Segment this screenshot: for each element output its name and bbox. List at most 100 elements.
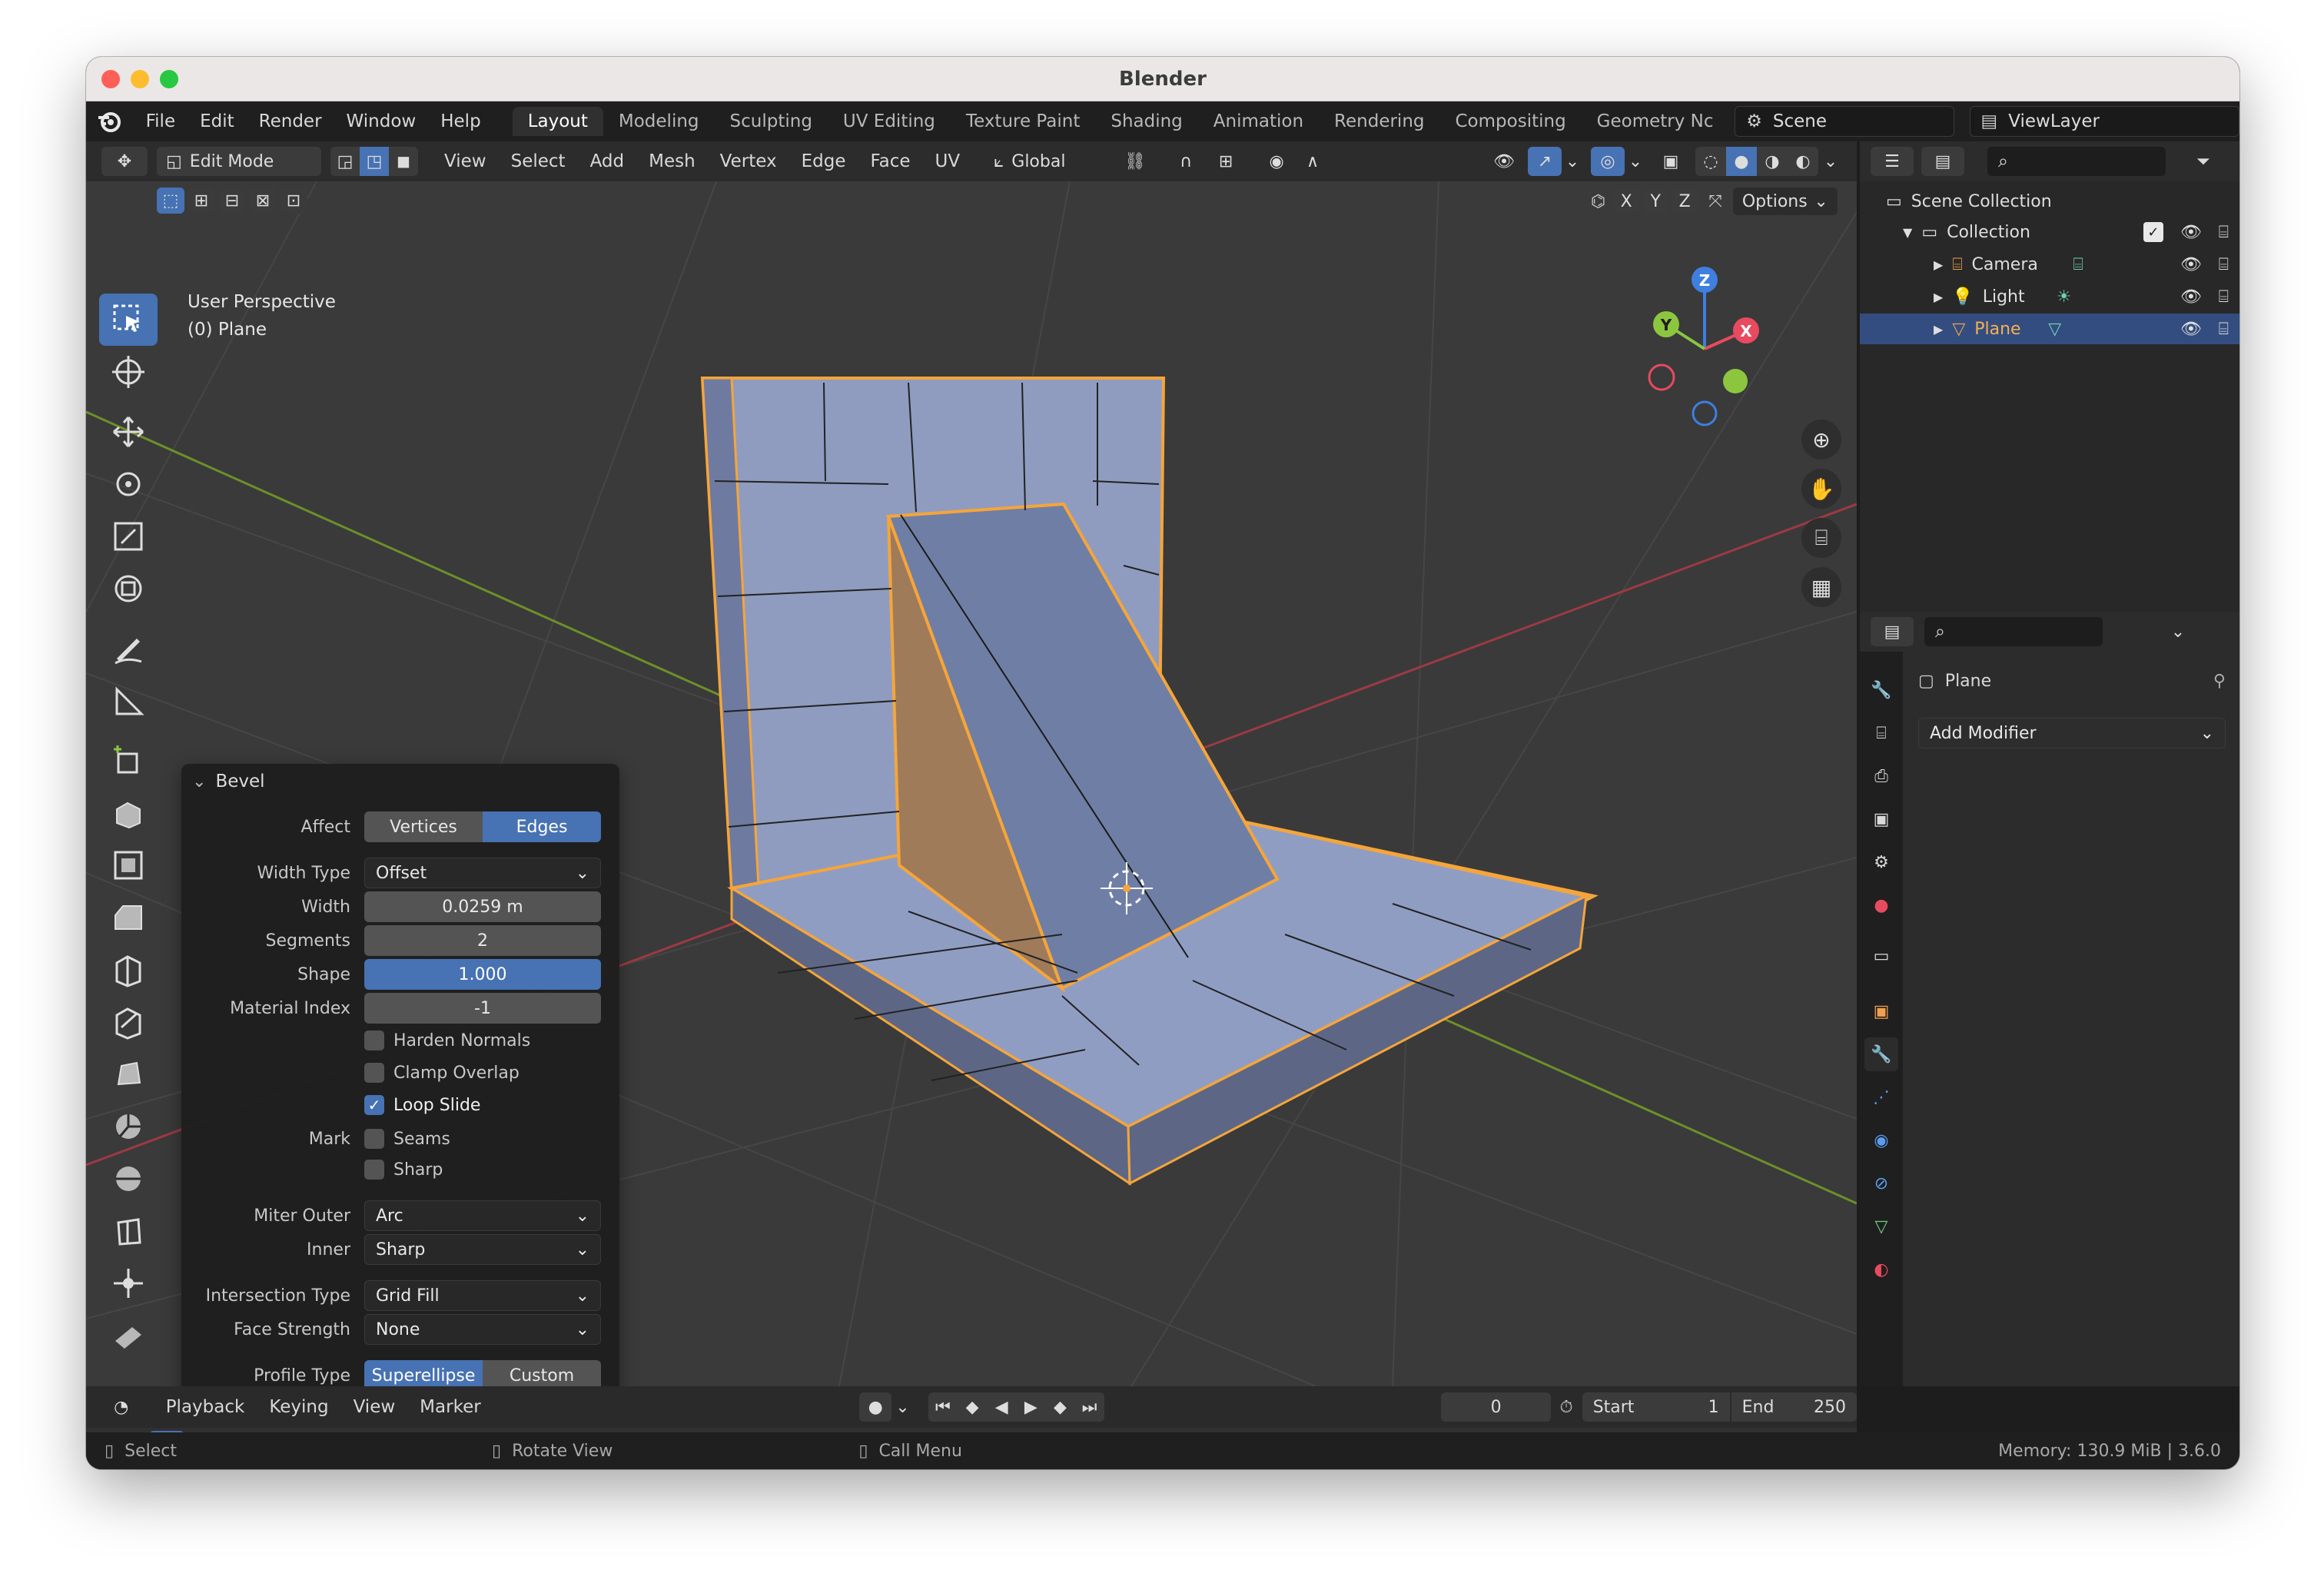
end-frame-field[interactable]: End 250: [1731, 1392, 1857, 1422]
menu-file[interactable]: File: [134, 111, 188, 131]
scene-properties-tab[interactable]: ⚙: [1864, 845, 1898, 879]
plane-eye-icon[interactable]: 👁: [2180, 320, 2202, 339]
profile-superellipse-button[interactable]: Superellipse: [364, 1360, 483, 1386]
play-reverse-button[interactable]: ◀: [987, 1392, 1017, 1422]
outliner-row-camera[interactable]: ▶ ⌸ Camera ⌸ 👁 ⌸: [1860, 249, 2239, 280]
edge-select-button[interactable]: ◳: [360, 147, 389, 176]
xray-toggle-button[interactable]: ▣: [1654, 147, 1688, 176]
zoom-button[interactable]: ⊕: [1801, 420, 1841, 460]
start-frame-field[interactable]: Start 1: [1582, 1392, 1730, 1422]
tab-uv-editing[interactable]: UV Editing: [828, 107, 951, 136]
particles-properties-tab[interactable]: ⋰: [1864, 1080, 1898, 1114]
collection-checkbox-icon[interactable]: ✓: [2143, 222, 2163, 242]
material-index-field[interactable]: -1: [364, 993, 601, 1024]
data-properties-tab[interactable]: ▽: [1864, 1210, 1898, 1243]
loop-slide-checkbox[interactable]: ✓ Loop Slide: [364, 1095, 480, 1115]
shading-dropdown-button[interactable]: ⌄: [1818, 147, 1843, 176]
play-button[interactable]: ▶: [1016, 1392, 1046, 1422]
mirror-x-button[interactable]: X: [1613, 188, 1640, 214]
collection-camera-icon[interactable]: ⌸: [2219, 223, 2229, 242]
viewport-menu-uv[interactable]: UV: [923, 151, 973, 171]
annotate-tool[interactable]: [99, 622, 158, 675]
shading-solid-button[interactable]: ●: [1726, 147, 1757, 176]
knife-tool[interactable]: [99, 996, 158, 1048]
physics-properties-tab[interactable]: ◉: [1864, 1123, 1898, 1157]
width-field[interactable]: 0.0259 m: [364, 891, 601, 922]
measure-tool[interactable]: [99, 675, 158, 727]
intersection-type-select[interactable]: Grid Fill ⌄: [364, 1280, 601, 1311]
shading-material-button[interactable]: ◑: [1757, 147, 1788, 176]
visibility-button[interactable]: 👁: [1480, 147, 1528, 176]
outliner-row-collection[interactable]: ▼ ▭ Collection ✓ 👁 ⌸: [1860, 217, 2239, 247]
spin-tool[interactable]: [99, 1100, 158, 1153]
select-intersect-button[interactable]: ⊡: [280, 188, 307, 214]
timeline-editor-type-button[interactable]: ◔: [99, 1392, 144, 1422]
mode-selector[interactable]: ◱ Edit Mode: [157, 147, 321, 176]
vertex-select-button[interactable]: ◲: [330, 147, 360, 176]
gizmo-dropdown-button[interactable]: ⌄: [1562, 147, 1583, 176]
sharp-checkbox[interactable]: Sharp: [364, 1160, 443, 1180]
menu-window[interactable]: Window: [334, 111, 429, 131]
editor-type-button[interactable]: ✥: [101, 147, 148, 176]
pivot-point-button[interactable]: ⛓: [1112, 147, 1159, 176]
shape-field[interactable]: 1.000: [364, 959, 601, 990]
prev-keyframe-button[interactable]: ◆: [958, 1392, 988, 1422]
rotate-tool[interactable]: [99, 458, 158, 510]
display-mode-button[interactable]: ▤: [1921, 147, 1964, 176]
miter-inner-select[interactable]: Sharp ⌄: [364, 1234, 601, 1265]
jump-end-button[interactable]: ⏭: [1074, 1392, 1104, 1422]
gizmo-toggle-button[interactable]: ↗: [1528, 147, 1562, 176]
transform-orientation-selector[interactable]: ⟀ Global: [986, 147, 1102, 176]
camera-render-icon[interactable]: ⌸: [2219, 255, 2229, 274]
shear-tool[interactable]: [99, 1309, 158, 1362]
view-layer-selector[interactable]: ▤ ViewLayer: [1969, 106, 2239, 137]
timeline-menu-keying[interactable]: Keying: [257, 1397, 340, 1417]
overlay-dropdown-button[interactable]: ⌄: [1625, 147, 1646, 176]
outliner-row-light[interactable]: ▶ 💡 Light ☀ 👁 ⌸: [1860, 281, 2239, 312]
mirror-y-button[interactable]: Y: [1642, 188, 1669, 214]
timeline-menu-view[interactable]: View: [341, 1397, 408, 1417]
profile-custom-button[interactable]: Custom: [483, 1360, 601, 1386]
face-select-button[interactable]: ◼: [389, 147, 418, 176]
next-keyframe-button[interactable]: ◆: [1045, 1392, 1075, 1422]
record-options-button[interactable]: ⌄: [891, 1392, 914, 1422]
menu-edit[interactable]: Edit: [188, 111, 247, 131]
select-invert-button[interactable]: ⊠: [249, 188, 277, 214]
poly-build-tool[interactable]: [99, 1048, 158, 1100]
shading-wireframe-button[interactable]: ◌: [1695, 147, 1726, 176]
tool-properties-tab[interactable]: 🔧: [1864, 673, 1898, 707]
close-window-button[interactable]: [101, 70, 120, 88]
bevel-panel-header[interactable]: ⌄ Bevel: [192, 772, 265, 792]
tab-texture-paint[interactable]: Texture Paint: [951, 107, 1095, 136]
face-strength-select[interactable]: None ⌄: [364, 1314, 601, 1345]
proportional-edit-button[interactable]: ◉: [1260, 147, 1294, 176]
cursor-tool[interactable]: [99, 346, 158, 398]
viewport-menu-select[interactable]: Select: [499, 151, 578, 171]
plane-render-icon[interactable]: ⌸: [2219, 320, 2229, 339]
current-frame-field[interactable]: 0: [1441, 1392, 1552, 1422]
perspective-toggle-button[interactable]: ▦: [1801, 567, 1841, 607]
tab-shading[interactable]: Shading: [1095, 107, 1197, 136]
render-properties-tab[interactable]: ⌸: [1864, 716, 1898, 750]
view-layer-properties-tab[interactable]: ▣: [1864, 802, 1898, 836]
tab-modeling[interactable]: Modeling: [603, 107, 715, 136]
viewport-menu-vertex[interactable]: Vertex: [708, 151, 789, 171]
viewport-menu-view[interactable]: View: [432, 151, 499, 171]
navigation-gizmo[interactable]: [1648, 267, 1759, 426]
viewport-menu-mesh[interactable]: Mesh: [636, 151, 708, 171]
edge-slide-tool[interactable]: [99, 1205, 158, 1257]
snap-target-button[interactable]: ⊞: [1203, 147, 1250, 176]
collection-eye-icon[interactable]: 👁: [2180, 223, 2202, 242]
smooth-tool[interactable]: [99, 1153, 158, 1205]
affect-edges-button[interactable]: Edges: [483, 811, 601, 842]
blender-logo-icon[interactable]: [86, 108, 134, 134]
harden-normals-checkbox[interactable]: Harden Normals: [364, 1030, 530, 1050]
tab-rendering[interactable]: Rendering: [1319, 107, 1439, 136]
outliner-row-scene-collection[interactable]: ▭ Scene Collection: [1860, 186, 2239, 217]
options-dropdown[interactable]: Options ⌄: [1732, 188, 1838, 215]
inset-tool[interactable]: [99, 839, 158, 891]
material-properties-tab[interactable]: ◐: [1864, 1253, 1898, 1286]
timeline-menu-playback[interactable]: Playback: [154, 1397, 257, 1417]
record-button[interactable]: ●: [859, 1392, 892, 1422]
3d-viewport[interactable]: Z X Y User Perspective (0) Plane ⌄ Bevel…: [86, 181, 1857, 1386]
